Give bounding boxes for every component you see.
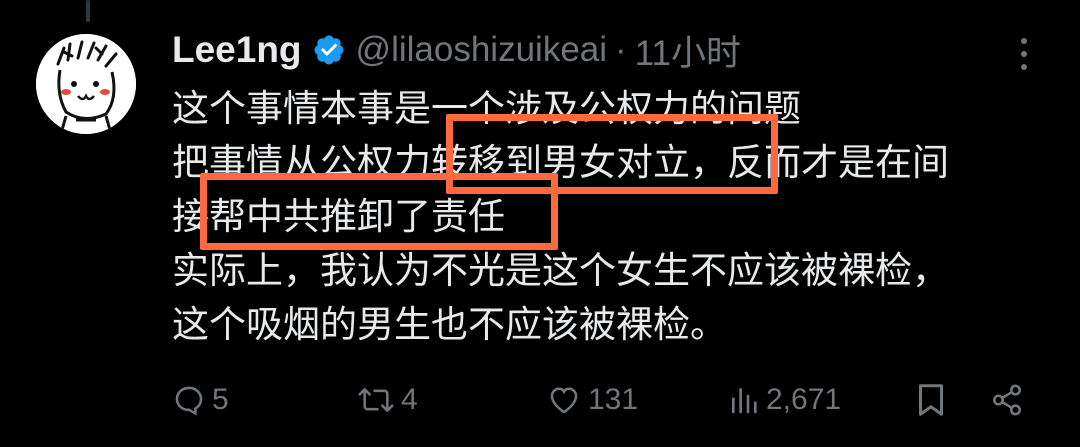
tweet-timestamp[interactable]: 11小时 xyxy=(635,25,741,76)
share-icon xyxy=(992,384,1022,416)
views-button[interactable]: 2,671 xyxy=(728,372,841,428)
header-separator: · xyxy=(615,30,627,69)
highlight-box xyxy=(200,173,558,250)
thread-connector-line xyxy=(86,0,90,22)
retweet-icon xyxy=(358,388,394,412)
views-count: 2,671 xyxy=(766,383,842,416)
tweet-header: Lee1ng @lilaoshizuikeai · 11小时 xyxy=(172,24,741,76)
views-icon xyxy=(732,388,757,414)
avatar-doodle xyxy=(36,34,136,134)
retweet-count: 4 xyxy=(401,383,418,416)
verified-badge-icon xyxy=(312,33,346,67)
tweet-line: 实际上，我认为不光是这个女生不应该被裸检， xyxy=(172,249,949,292)
avatar[interactable] xyxy=(36,34,136,134)
more-icon[interactable] xyxy=(1012,38,1036,70)
like-count: 131 xyxy=(588,383,639,416)
like-icon xyxy=(550,387,578,414)
like-button[interactable]: 131 xyxy=(546,372,638,428)
bookmark-icon xyxy=(919,384,943,416)
author-handle[interactable]: @lilaoshizuikeai xyxy=(356,30,607,70)
retweet-button[interactable]: 4 xyxy=(357,372,418,428)
reply-count: 5 xyxy=(212,383,229,416)
share-button[interactable] xyxy=(990,372,1024,428)
bookmark-button[interactable] xyxy=(916,372,946,428)
tweet-line: 这个吸烟的男生也不应该被裸检。 xyxy=(172,303,727,346)
tweet-actions: 5 4 131 2,671 xyxy=(172,372,1042,428)
reply-button[interactable]: 5 xyxy=(172,372,229,428)
reply-icon xyxy=(175,386,203,416)
author-name[interactable]: Lee1ng xyxy=(172,29,302,71)
